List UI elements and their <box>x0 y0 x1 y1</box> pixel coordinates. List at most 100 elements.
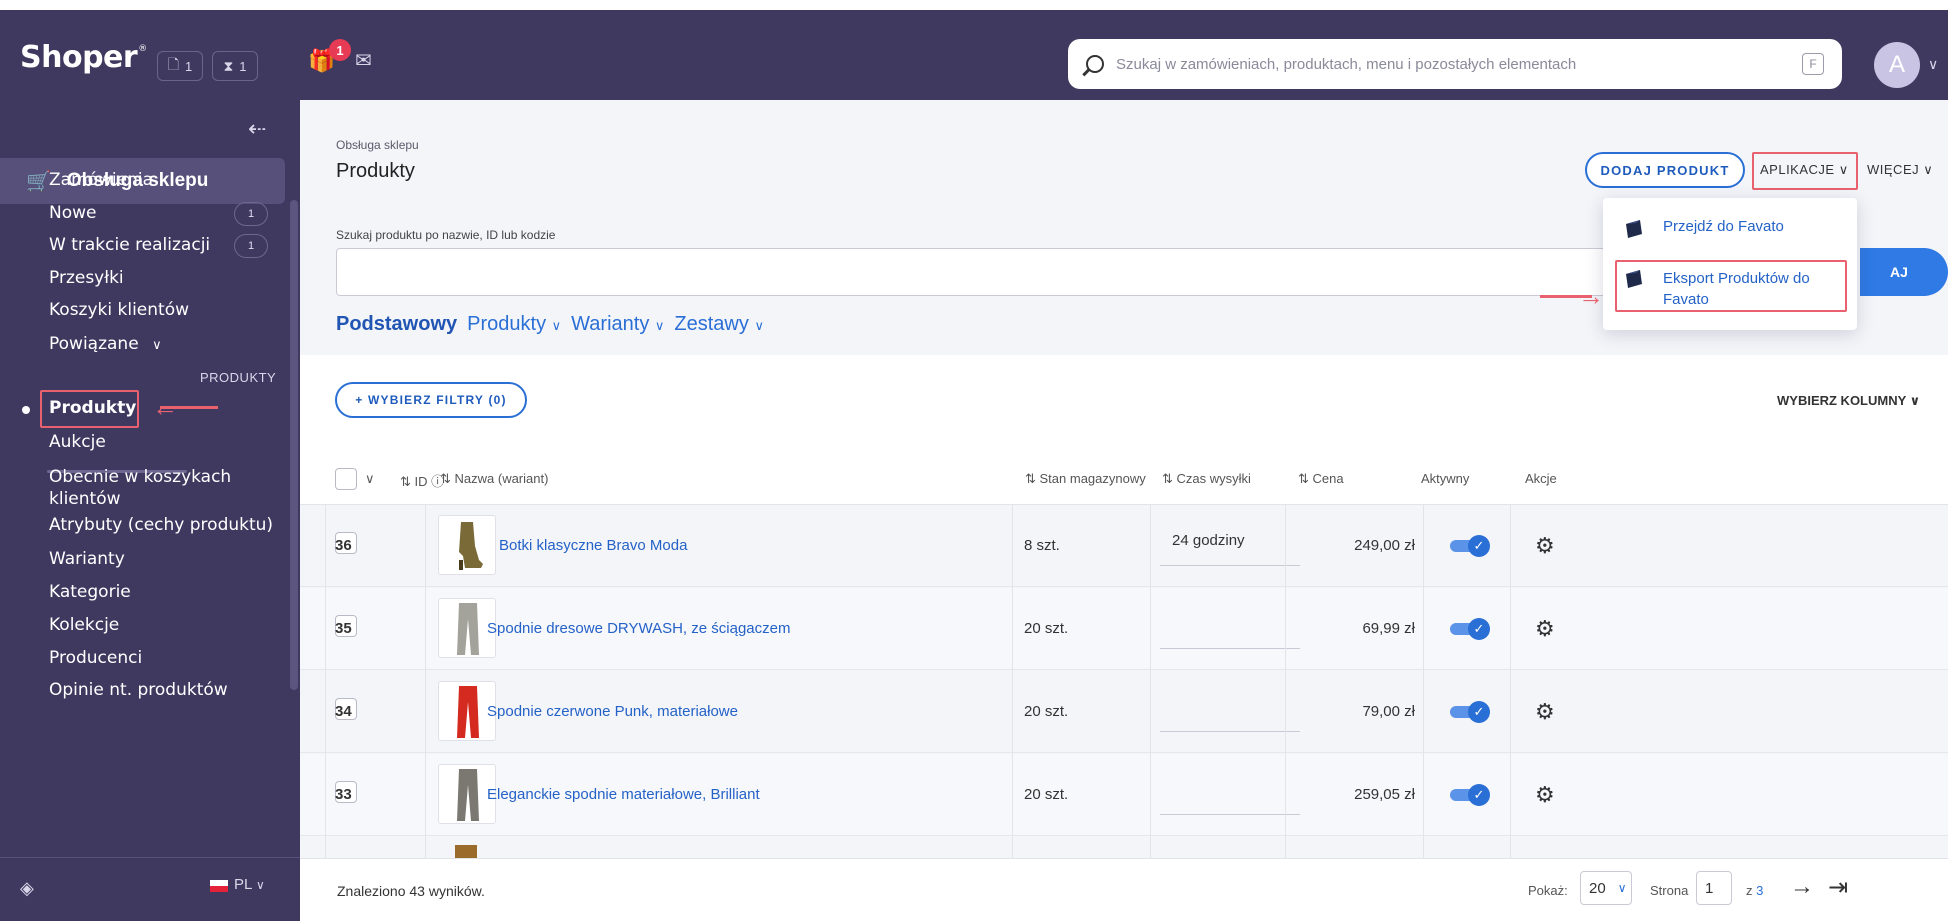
collapse-sidebar-icon[interactable]: ⇠ <box>248 116 266 142</box>
product-name-link[interactable]: Eleganckie spodnie materiałowe, Brillian… <box>487 786 760 803</box>
sidebar-item-shipments[interactable]: Przesyłki <box>49 268 124 288</box>
sidebar-item-in-progress[interactable]: W trakcie realizacji <box>49 235 210 255</box>
cart-icon: 🛒 <box>26 170 51 193</box>
arrow-head-icon: ← <box>152 392 178 422</box>
hourglass-chip-count: 1 <box>239 58 247 74</box>
avatar[interactable]: A <box>1874 42 1920 88</box>
th-stock-label: Stan magazynowy <box>1039 471 1146 486</box>
shoper-logo[interactable]: Shoper® <box>20 40 147 75</box>
sidebar-scrollbar[interactable] <box>290 200 298 690</box>
table-row[interactable]: 34 Spodnie czerwone Punk, materiałowe 20… <box>300 671 1948 753</box>
chevron-down-icon[interactable]: ∨ <box>1928 56 1938 73</box>
per-page-select[interactable]: 20 ∨ <box>1580 871 1632 905</box>
sidebar-item-related[interactable]: Powiązane ∨ <box>49 334 162 354</box>
page-title: Produkty <box>336 160 415 182</box>
gear-icon[interactable]: ⚙ <box>1535 782 1555 808</box>
global-search-input[interactable] <box>1104 44 1802 84</box>
active-toggle[interactable]: ✓ <box>1450 618 1490 640</box>
sidebar-item-auctions[interactable]: Aukcje <box>49 432 106 452</box>
gear-icon[interactable]: ⚙ <box>1535 616 1555 642</box>
stock-value: 20 szt. <box>1024 786 1069 803</box>
product-search-label: Szukaj produktu po nazwie, ID lub kodzie <box>336 228 556 242</box>
choose-columns-button[interactable]: WYBIERZ KOLUMNY ∨ <box>1777 393 1920 409</box>
shipping-time-input[interactable] <box>1160 771 1300 815</box>
column-divider <box>1285 505 1286 858</box>
highlight-apps <box>1752 152 1858 190</box>
active-toggle[interactable]: ✓ <box>1450 784 1490 806</box>
last-page-icon[interactable]: ⇥ <box>1828 873 1848 902</box>
keyboard-shortcut-icon: F <box>1802 53 1824 75</box>
tab-products[interactable]: Produkty ∨ <box>467 313 561 336</box>
choose-filters-button[interactable]: + WYBIERZ FILTRY (0) <box>335 382 527 418</box>
th-price[interactable]: ⇅ Cena <box>1298 471 1344 487</box>
layers-icon[interactable]: ◈ <box>20 878 34 899</box>
mail-icon[interactable]: ✉ <box>355 48 372 73</box>
product-search-input[interactable] <box>336 248 1616 296</box>
th-active: Aktywny <box>1421 471 1470 486</box>
active-toggle[interactable]: ✓ <box>1450 701 1490 723</box>
column-divider <box>1423 505 1424 858</box>
product-name-link[interactable]: Botki klasyczne Bravo Moda <box>499 537 687 554</box>
table-row[interactable]: 33 Eleganckie spodnie materiałowe, Brill… <box>300 754 1948 836</box>
gift-badge: 1 <box>329 39 351 61</box>
product-name-link[interactable]: Spodnie czerwone Punk, materiałowe <box>487 703 738 720</box>
select-all-checkbox[interactable] <box>335 468 357 493</box>
sidebar-item-orders[interactable]: Zamówienia <box>49 170 153 190</box>
th-shipping[interactable]: ⇅ Czas wysyłki <box>1162 471 1251 487</box>
th-name[interactable]: ⇅ Nazwa (wariant) <box>440 471 548 487</box>
checkbox[interactable] <box>335 468 357 490</box>
sidebar-item-producers[interactable]: Producenci <box>49 648 142 668</box>
product-name-link[interactable]: Spodnie dresowe DRYWASH, ze ściągaczem <box>487 620 790 637</box>
total-pages[interactable]: 3 <box>1756 883 1763 898</box>
search-button[interactable]: AJ <box>1860 248 1948 296</box>
shipping-time-input[interactable] <box>1160 688 1300 732</box>
menu-item-go-to-favato[interactable]: Przejdź do Favato <box>1623 218 1849 240</box>
tab-sets[interactable]: Zestawy ∨ <box>674 313 764 336</box>
sidebar-item-categories[interactable]: Kategorie <box>49 582 131 602</box>
sidebar-item-new[interactable]: Nowe <box>49 203 96 223</box>
filter-bar: + WYBIERZ FILTRY (0) WYBIERZ KOLUMNY ∨ <box>300 355 1948 455</box>
more-button-label: WIĘCEJ <box>1867 162 1920 177</box>
logo-text: Shoper <box>20 40 138 75</box>
sidebar-item-carts[interactable]: Koszyki klientów <box>49 300 189 320</box>
gear-icon[interactable]: ⚙ <box>1535 533 1555 559</box>
price-value: 69,99 zł <box>1362 620 1415 637</box>
active-toggle[interactable]: ✓ <box>1450 535 1490 557</box>
th-id[interactable]: ⇅ ID ⓘ <box>400 471 444 490</box>
orders-chip[interactable]: 🗋 1 <box>157 51 203 81</box>
tab-variants[interactable]: Warianty ∨ <box>571 313 664 336</box>
table-row[interactable]: 36 Botki klasyczne Bravo Moda 8 szt. 24 … <box>300 505 1948 587</box>
gear-icon[interactable]: ⚙ <box>1535 699 1555 725</box>
th-stock[interactable]: ⇅ Stan magazynowy <box>1025 471 1146 487</box>
sidebar-item-attributes[interactable]: Atrybuty (cechy produktu) <box>49 515 273 535</box>
page-input[interactable]: 1 <box>1696 871 1732 905</box>
sidebar-item-reviews[interactable]: Opinie nt. produktów <box>49 680 228 700</box>
shipping-time-input[interactable] <box>1160 605 1300 649</box>
product-thumbnail[interactable] <box>438 515 496 575</box>
language-select[interactable]: PL ∨ <box>234 876 265 893</box>
row-id: 35 <box>335 620 352 637</box>
sidebar-item-in-carts[interactable]: Obecnie w koszykach klientów <box>49 466 249 510</box>
column-divider <box>425 505 426 858</box>
row-id: 33 <box>335 786 352 803</box>
column-divider <box>1510 505 1511 858</box>
column-divider <box>1150 505 1151 858</box>
breadcrumb[interactable]: Obsługa sklepu <box>336 138 419 152</box>
choose-columns-label: WYBIERZ KOLUMNY <box>1777 393 1907 408</box>
sidebar-item-collections[interactable]: Kolekcje <box>49 615 119 635</box>
hourglass-chip[interactable]: ⧗ 1 <box>212 51 258 81</box>
chevron-down-icon: ∨ <box>654 318 665 333</box>
chevron-down-icon: ∨ <box>152 338 162 353</box>
tab-basic[interactable]: Podstawowy <box>336 313 457 336</box>
shipping-time-input[interactable]: 24 godziny <box>1160 522 1300 566</box>
chevron-down-icon: ∨ <box>1909 393 1921 408</box>
sidebar-item-variants[interactable]: Warianty <box>49 549 125 569</box>
table-row[interactable]: 35 Spodnie dresowe DRYWASH, ze ściągacze… <box>300 588 1948 670</box>
add-product-button[interactable]: DODAJ PRODUKT <box>1585 152 1745 188</box>
per-page-value: 20 <box>1589 879 1606 897</box>
language-label: PL <box>234 876 252 893</box>
next-page-icon[interactable]: → <box>1790 873 1814 901</box>
more-button[interactable]: WIĘCEJ ∨ <box>1867 162 1933 178</box>
row-id: 34 <box>335 703 352 720</box>
chevron-down-icon[interactable]: ∨ <box>365 471 375 487</box>
